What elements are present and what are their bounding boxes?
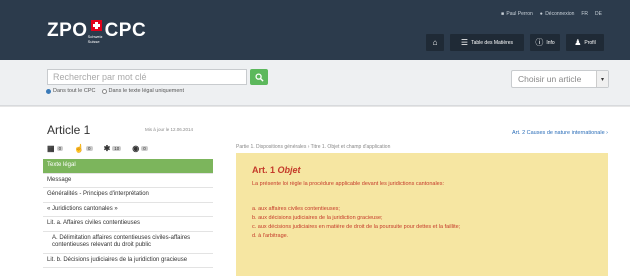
chevron-down-icon: ▾ <box>596 71 608 87</box>
user-icon: ♟ <box>574 37 582 47</box>
info-icon: ⓘ <box>535 37 544 47</box>
logout-link[interactable]: ● Déconnexion <box>540 11 575 17</box>
article-heading: Art. 1 Objet <box>252 165 301 175</box>
list-icon: ☰ <box>460 37 469 47</box>
comment-icon: ◉ <box>132 144 140 153</box>
home-button[interactable]: ⌂ <box>426 34 444 51</box>
article-sidenav: Texte légal Message Généralités - Princi… <box>43 159 213 268</box>
sidenav-item-lit-a[interactable]: Lit. a. Affaires civiles contentieuses <box>43 217 213 232</box>
book-icon: ▦ <box>47 144 55 153</box>
lang-de-link[interactable]: DE <box>595 11 602 17</box>
article-text-box: Art. 1 Objet La présente loi règle la pr… <box>236 153 608 276</box>
home-icon: ⌂ <box>432 37 438 47</box>
sidenav-item-generalities[interactable]: Généralités - Principes d'interprétation <box>43 188 213 203</box>
thumbs-up-icon: ☝ <box>74 144 85 153</box>
profile-button[interactable]: ♟ Profil <box>566 34 604 51</box>
radio-dot <box>101 88 107 94</box>
article-list: a. aux affaires civiles contentieuses; b… <box>252 205 460 241</box>
logo-small-text: Schweiz Suisse <box>87 34 103 44</box>
swiss-flag-icon: Schweiz Suisse <box>87 20 104 44</box>
logo[interactable]: ZPO Schweiz Suisse CPC <box>47 20 147 44</box>
article-updated-date: Mis à jour le 12.06.2014 <box>145 127 194 132</box>
top-navbar: ZPO Schweiz Suisse CPC ■ Paul Perron ● D… <box>0 0 630 60</box>
scope-legal-radio[interactable]: Dans le texte légal uniquement <box>101 88 184 94</box>
scope-all-radio[interactable]: Dans tout le CPC <box>46 88 96 94</box>
lang-fr-link[interactable]: FR <box>581 11 588 17</box>
toc-button[interactable]: ☰ Table des Matières <box>450 34 524 51</box>
logo-cpc: CPC <box>104 20 147 41</box>
sidenav-item-lit-b[interactable]: Lit. b. Décisions judiciaires de la juri… <box>43 254 213 268</box>
logo-zpo: ZPO <box>47 20 88 41</box>
article-stats: ▦ 0 ☝ 0 ✱ 10 ◉ 0 <box>47 144 148 153</box>
power-icon: ● <box>539 11 543 17</box>
tools-icon: ✱ <box>103 144 111 153</box>
search-icon <box>254 72 264 82</box>
stat-bookmarks[interactable]: ▦ 0 <box>47 144 64 153</box>
user-links: ■ Paul Perron ● Déconnexion FR DE <box>501 11 602 17</box>
sidenav-item-legal-text[interactable]: Texte légal <box>43 159 213 174</box>
search-input[interactable]: Rechercher par mot clé <box>47 69 247 85</box>
stat-comments[interactable]: ◉ 0 <box>132 144 148 153</box>
user-icon: ■ <box>500 11 504 17</box>
stat-likes[interactable]: ☝ 0 <box>74 144 93 153</box>
search-panel: Rechercher par mot clé Dans tout le CPC … <box>0 60 630 106</box>
main-content: Article 1 Mis à jour le 12.06.2014 ▦ 0 ☝… <box>0 107 630 276</box>
stat-tools[interactable]: ✱ 10 <box>104 144 122 153</box>
next-article-link[interactable]: Art. 2 Causes de nature internationale › <box>512 130 608 136</box>
user-link[interactable]: ■ Paul Perron <box>501 11 533 17</box>
list-item: c. aux décisions judiciaires en matière … <box>252 224 461 230</box>
search-scope: Dans tout le CPC Dans le texte légal uni… <box>46 88 184 94</box>
breadcrumb[interactable]: Partie 1. Dispositions générales › Titre… <box>236 144 390 150</box>
list-item: a. aux affaires civiles contentieuses; <box>252 206 340 212</box>
sidenav-item-message[interactable]: Message <box>43 174 213 188</box>
info-button[interactable]: ⓘ Info <box>530 34 560 51</box>
article-intro: La présente loi règle la procédure appli… <box>252 181 445 187</box>
article-select[interactable]: Choisir un article ▾ <box>511 70 609 88</box>
radio-dot-selected <box>46 88 51 94</box>
search-button[interactable] <box>250 69 268 85</box>
list-item: d. à l'arbitrage. <box>252 233 289 239</box>
sidenav-item-jurisdictions[interactable]: « Juridictions cantonales » <box>43 203 213 217</box>
article-title: Article 1 <box>47 123 91 137</box>
list-item: b. aux décisions judiciaires de la jurid… <box>252 215 383 221</box>
sidenav-item-delimitation[interactable]: A. Délimitation affaires contentieuses c… <box>43 232 213 254</box>
